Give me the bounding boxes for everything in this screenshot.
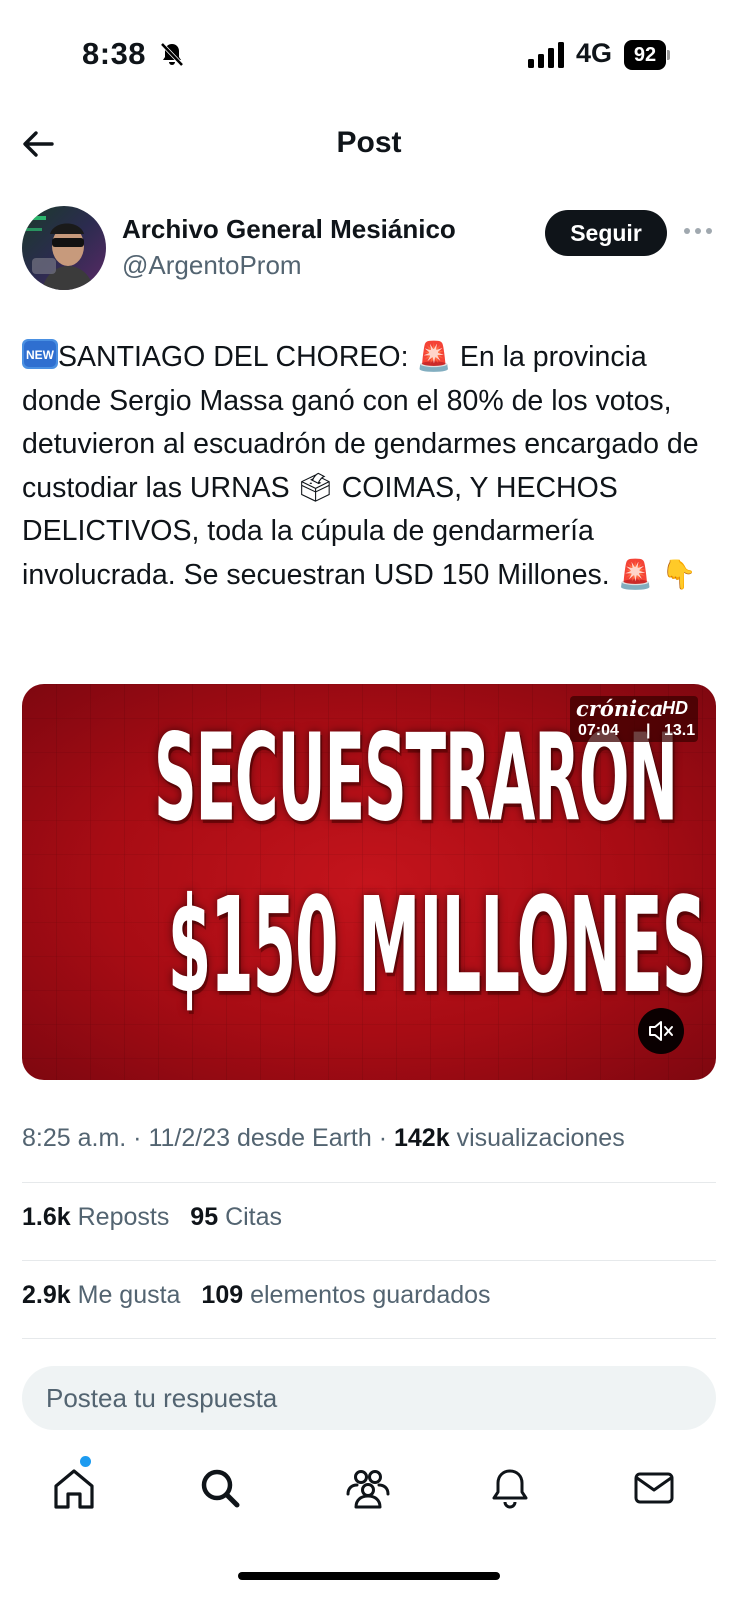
battery-nub <box>667 50 670 60</box>
bottom-navigation <box>0 1456 738 1540</box>
reply-placeholder: Postea tu respuesta <box>46 1383 278 1413</box>
search-icon <box>201 1469 240 1508</box>
author-name[interactable]: Archivo General Mesiánico <box>122 214 456 245</box>
avatar[interactable] <box>22 206 106 290</box>
quotes-count: 95 <box>190 1203 219 1231</box>
nav-messages[interactable] <box>626 1460 682 1516</box>
views-label: visualizaciones <box>449 1124 625 1152</box>
status-time: 8:38 <box>82 36 147 71</box>
broadcast-time: 07:04 <box>578 722 619 739</box>
tweet-text-part-1: SANTIAGO DEL CHOREO: <box>58 341 417 373</box>
bell-muted-icon <box>160 42 184 67</box>
meta-separator: · <box>371 1124 394 1152</box>
ballot-box-emoji-icon: 🗳 <box>297 471 334 504</box>
network-type: 4G <box>576 38 613 68</box>
likes-stat[interactable]: 2.9k Me gusta <box>22 1281 180 1309</box>
likes-label: Me gusta <box>77 1281 181 1309</box>
channel-logo: crónica HD 07:04 | 13.1 <box>570 696 698 742</box>
tweet-meta: 8:25 a.m. · 11/2/23 desde Earth · 142k v… <box>22 1124 625 1153</box>
nav-communities[interactable] <box>340 1460 396 1516</box>
home-icon <box>54 1469 94 1509</box>
tweet-video[interactable]: SECUESTRARON $150 MILLONES crónica HD 07… <box>22 684 716 1080</box>
bookmarks-count: 109 <box>201 1281 244 1309</box>
author-handle[interactable]: @ArgentoProm <box>122 250 302 281</box>
new-emoji-icon: NEW <box>22 339 58 369</box>
channel-hd-badge: HD <box>662 698 688 718</box>
nav-notifications[interactable] <box>482 1460 538 1516</box>
point-down-emoji-icon: 👇 <box>661 558 697 591</box>
divider <box>22 1182 716 1183</box>
home-notification-dot <box>80 1456 91 1467</box>
bookmarks-label: elementos guardados <box>250 1281 491 1309</box>
siren-emoji-icon: 🚨 <box>617 558 654 591</box>
reposts-count: 1.6k <box>22 1203 71 1231</box>
reposts-stat[interactable]: 1.6k Reposts <box>22 1203 169 1231</box>
quotes-label: Citas <box>225 1203 283 1231</box>
nav-search[interactable] <box>192 1460 248 1516</box>
siren-emoji-icon: 🚨 <box>416 341 452 373</box>
tweet-text: NEW SANTIAGO DEL CHOREO: 🚨 En la provinc… <box>22 336 722 597</box>
meta-separator: · <box>126 1124 149 1152</box>
broadcast-channel: 13.1 <box>664 722 696 739</box>
nav-home[interactable] <box>46 1456 102 1516</box>
tweet-date: 11/2/23 <box>148 1124 231 1152</box>
views-count: 142k <box>394 1124 450 1152</box>
divider <box>22 1260 716 1261</box>
more-options-icon[interactable] <box>684 224 714 240</box>
likes-stats-row: 2.9k Me gusta 109 elementos guardados <box>22 1281 505 1310</box>
reposts-label: Reposts <box>77 1203 170 1231</box>
broadcast-separator: | <box>646 722 651 739</box>
divider <box>22 1338 716 1339</box>
bookmarks-stat[interactable]: 109 elementos guardados <box>201 1281 490 1309</box>
battery-icon: 92 <box>624 40 670 70</box>
top-header: Post <box>0 108 738 178</box>
status-bar: 8:38 4G 92 <box>0 0 738 100</box>
video-headline-line-2: $150 MILLONES <box>167 870 707 1023</box>
author-row: Archivo General Mesiánico @ArgentoProm S… <box>0 206 738 292</box>
notifications-icon <box>492 1469 528 1509</box>
new-badge-text: NEW <box>26 348 55 362</box>
follow-button[interactable]: Seguir <box>545 210 667 256</box>
reply-input[interactable]: Postea tu respuesta <box>22 1366 716 1430</box>
home-indicator[interactable] <box>238 1572 500 1580</box>
mute-icon[interactable] <box>638 1008 684 1054</box>
tweet-time: 8:25 a.m. <box>22 1124 127 1152</box>
tweet-source: desde Earth <box>230 1124 372 1152</box>
messages-icon <box>634 1472 674 1504</box>
channel-logo-text: crónica <box>576 696 664 721</box>
reposts-stats-row: 1.6k Reposts 95 Citas <box>22 1203 296 1232</box>
battery-level: 92 <box>624 40 666 70</box>
communities-icon <box>346 1470 390 1509</box>
page-title: Post <box>336 126 402 159</box>
likes-count: 2.9k <box>22 1281 71 1309</box>
quotes-stat[interactable]: 95 Citas <box>190 1203 282 1231</box>
signal-icon <box>528 42 564 68</box>
video-headline-line-1: SECUESTRARON <box>153 708 678 848</box>
